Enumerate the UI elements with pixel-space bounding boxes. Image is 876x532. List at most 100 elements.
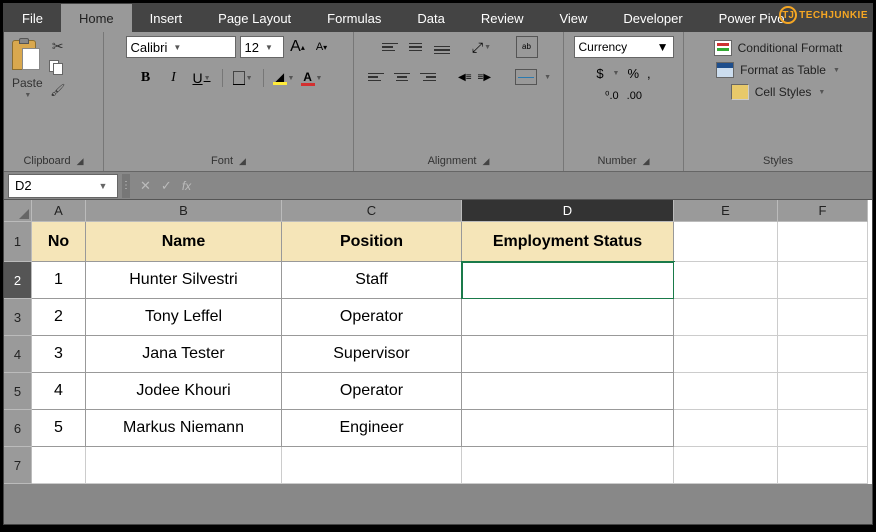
cell-e2[interactable] (674, 262, 778, 299)
cell-f7[interactable] (778, 447, 868, 484)
decrease-indent-button[interactable]: ◀≡ (458, 72, 472, 83)
row-header-5[interactable]: 5 (4, 373, 32, 410)
cell-a2[interactable]: 1 (32, 262, 86, 299)
cell-d4[interactable] (462, 336, 674, 373)
row-header-2[interactable]: 2 (4, 262, 32, 299)
row-header-7[interactable]: 7 (4, 447, 32, 484)
cell-b3[interactable]: Tony Leffel (86, 299, 282, 336)
col-header-e[interactable]: E (674, 200, 778, 222)
chevron-down-icon[interactable]: ▼ (544, 74, 551, 81)
cell-b1[interactable]: Name (86, 222, 282, 262)
borders-button[interactable]: ▼ (233, 68, 253, 88)
tab-home[interactable]: Home (61, 4, 132, 32)
col-header-d[interactable]: D (462, 200, 674, 222)
cell-c3[interactable]: Operator (282, 299, 462, 336)
col-header-c[interactable]: C (282, 200, 462, 222)
number-launcher-icon[interactable]: ◢ (643, 156, 650, 167)
col-header-b[interactable]: B (86, 200, 282, 222)
col-header-f[interactable]: F (778, 200, 868, 222)
tab-formulas[interactable]: Formulas (309, 4, 399, 32)
row-header-6[interactable]: 6 (4, 410, 32, 447)
cell-b5[interactable]: Jodee Khouri (86, 373, 282, 410)
cell-c2[interactable]: Staff (282, 262, 462, 299)
cell-d3[interactable] (462, 299, 674, 336)
paste-button[interactable]: Paste ▼ (10, 36, 45, 101)
format-painter-button[interactable] (49, 82, 67, 98)
tab-data[interactable]: Data (399, 4, 462, 32)
cell-b2[interactable]: Hunter Silvestri (86, 262, 282, 299)
cell-d1[interactable]: Employment Status (462, 222, 674, 262)
cell-d5[interactable] (462, 373, 674, 410)
font-launcher-icon[interactable]: ◢ (239, 156, 246, 167)
cell-c6[interactable]: Engineer (282, 410, 462, 447)
cell-e5[interactable] (674, 373, 778, 410)
tab-insert[interactable]: Insert (132, 4, 201, 32)
col-header-a[interactable]: A (32, 200, 86, 222)
comma-format-button[interactable]: , (647, 66, 651, 81)
align-left-button[interactable] (366, 68, 386, 86)
cell-a6[interactable]: 5 (32, 410, 86, 447)
number-format-combo[interactable]: Currency▼ (574, 36, 674, 58)
fill-color-button[interactable]: ◢▼ (274, 68, 294, 88)
copy-button[interactable] (49, 60, 67, 76)
font-color-button[interactable]: A▼ (302, 68, 322, 88)
cell-b7[interactable] (86, 447, 282, 484)
format-as-table-button[interactable]: Format as Table▼ (716, 62, 840, 78)
cell-e3[interactable] (674, 299, 778, 336)
percent-format-button[interactable]: % (627, 66, 639, 81)
cancel-formula-button[interactable]: ✕ (140, 178, 151, 194)
clipboard-launcher-icon[interactable]: ◢ (77, 156, 84, 167)
cell-e7[interactable] (674, 447, 778, 484)
align-middle-button[interactable] (406, 38, 426, 56)
cell-a7[interactable] (32, 447, 86, 484)
row-header-3[interactable]: 3 (4, 299, 32, 336)
cell-styles-button[interactable]: Cell Styles▼ (731, 84, 826, 100)
cell-b4[interactable]: Jana Tester (86, 336, 282, 373)
cell-d2[interactable] (462, 262, 674, 299)
select-all-corner[interactable] (4, 200, 32, 222)
increase-indent-button[interactable]: ≡▶ (478, 72, 492, 83)
cell-d7[interactable] (462, 447, 674, 484)
cell-c1[interactable]: Position (282, 222, 462, 262)
cell-f6[interactable] (778, 410, 868, 447)
cell-e4[interactable] (674, 336, 778, 373)
row-header-1[interactable]: 1 (4, 222, 32, 262)
cell-a1[interactable]: No (32, 222, 86, 262)
orientation-button[interactable]: ⤢▼ (472, 37, 492, 57)
row-header-4[interactable]: 4 (4, 336, 32, 373)
cell-a5[interactable]: 4 (32, 373, 86, 410)
cell-f4[interactable] (778, 336, 868, 373)
wrap-text-button[interactable]: ab (516, 36, 538, 58)
decrease-font-size-button[interactable]: A▾ (312, 37, 332, 57)
cell-f2[interactable] (778, 262, 868, 299)
name-box[interactable]: D2▼ (8, 174, 118, 198)
alignment-launcher-icon[interactable]: ◢ (483, 156, 490, 167)
tab-view[interactable]: View (541, 4, 605, 32)
cell-f1[interactable] (778, 222, 868, 262)
cell-a3[interactable]: 2 (32, 299, 86, 336)
underline-button[interactable]: U▼ (192, 68, 212, 88)
cell-e6[interactable] (674, 410, 778, 447)
cell-f3[interactable] (778, 299, 868, 336)
cell-e1[interactable] (674, 222, 778, 262)
italic-button[interactable]: I (164, 68, 184, 88)
tab-review[interactable]: Review (463, 4, 542, 32)
font-size-combo[interactable]: 12▼ (240, 36, 284, 58)
cell-d6[interactable] (462, 410, 674, 447)
cell-f5[interactable] (778, 373, 868, 410)
decrease-decimal-button[interactable]: .00 (627, 90, 642, 102)
increase-font-size-button[interactable]: A▴ (288, 37, 308, 57)
accounting-format-button[interactable]: $ (596, 66, 603, 81)
cell-c5[interactable]: Operator (282, 373, 462, 410)
cell-c7[interactable] (282, 447, 462, 484)
align-center-button[interactable] (392, 68, 412, 86)
align-bottom-button[interactable] (432, 38, 452, 56)
align-top-button[interactable] (380, 38, 400, 56)
cut-button[interactable] (49, 38, 67, 54)
insert-function-button[interactable]: fx (182, 179, 191, 193)
bold-button[interactable]: B (136, 68, 156, 88)
font-name-combo[interactable]: Calibri▼ (126, 36, 236, 58)
cell-c4[interactable]: Supervisor (282, 336, 462, 373)
increase-decimal-button[interactable]: ⁰.0 (605, 89, 619, 102)
enter-formula-button[interactable]: ✓ (161, 178, 172, 194)
